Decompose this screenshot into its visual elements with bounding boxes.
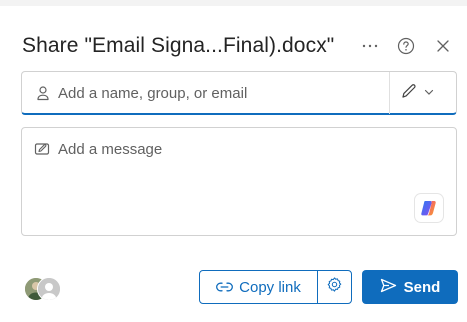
chevron-down-icon: [424, 84, 434, 102]
recipients-input[interactable]: [58, 82, 388, 104]
close-icon[interactable]: [431, 34, 455, 58]
copy-link-label: Copy link: [239, 278, 301, 296]
avatar: [37, 277, 61, 301]
link-settings-button[interactable]: [318, 271, 351, 303]
copy-link-group: Copy link: [199, 270, 352, 304]
send-label: Send: [403, 278, 441, 296]
edit-message-icon: [34, 141, 51, 162]
permission-dropdown[interactable]: [400, 82, 450, 104]
dialog-title: Share "Email Signa...Final).docx": [22, 34, 335, 57]
gear-icon: [326, 276, 343, 298]
copy-link-button[interactable]: Copy link: [200, 271, 317, 303]
help-icon[interactable]: [394, 34, 418, 58]
pencil-icon: [400, 82, 418, 105]
link-icon: [216, 279, 234, 296]
send-button[interactable]: Send: [362, 270, 458, 304]
send-icon: [380, 278, 397, 297]
message-placeholder: Add a message: [58, 141, 163, 158]
message-box[interactable]: Add a message: [21, 127, 457, 236]
more-options-icon[interactable]: [358, 34, 382, 58]
field-divider: [389, 72, 390, 114]
person-icon: [35, 85, 51, 106]
copilot-icon[interactable]: [415, 194, 443, 222]
top-strip: [0, 0, 467, 6]
shared-with-avatars[interactable]: [24, 277, 64, 301]
recipients-field[interactable]: [21, 71, 457, 115]
